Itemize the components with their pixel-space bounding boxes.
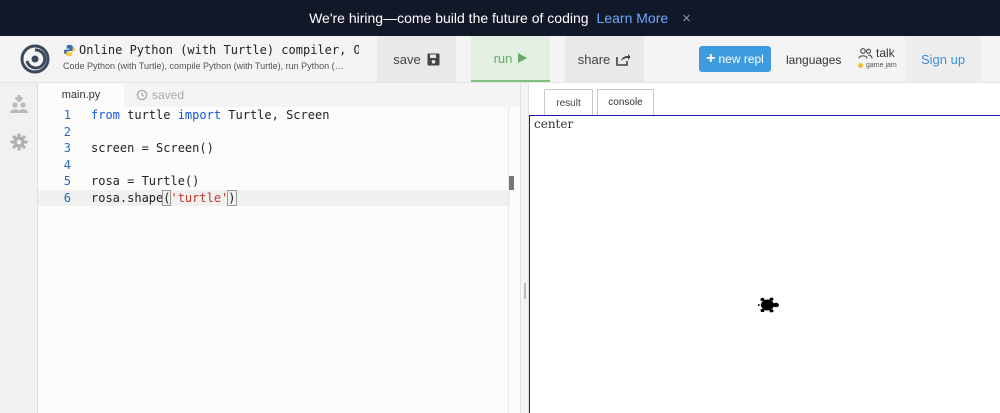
line-text: screen = Screen() xyxy=(91,141,214,155)
gear-icon[interactable] xyxy=(10,133,28,151)
repl-title-block[interactable]: Online Python (with Turtle) compiler, On… xyxy=(63,43,359,71)
talk-link[interactable]: talk game jam xyxy=(858,46,904,76)
share-button[interactable]: share xyxy=(565,36,644,82)
header: Online Python (with Turtle) compiler, On… xyxy=(0,36,1000,83)
repl-title: Online Python (with Turtle) compiler, On… xyxy=(79,43,359,57)
languages-link[interactable]: languages xyxy=(786,53,841,67)
editor-scroll-track xyxy=(508,107,509,413)
run-label: run xyxy=(493,50,513,66)
line-number: 3 xyxy=(63,141,71,155)
game-jam-label: game jam xyxy=(866,62,897,69)
run-button[interactable]: run xyxy=(471,36,550,82)
line-number: 4 xyxy=(63,157,71,172)
add-user-icon[interactable] xyxy=(10,95,28,113)
line-text xyxy=(71,124,91,141)
line-text: rosa.shape('turtle') xyxy=(91,189,237,206)
save-label: save xyxy=(393,51,421,67)
history-icon xyxy=(136,89,148,101)
line-number: 5 xyxy=(63,174,71,188)
line-number: 1 xyxy=(63,108,71,122)
line-number: 6 xyxy=(63,190,71,205)
close-icon[interactable]: × xyxy=(682,10,691,27)
code-area[interactable]: 1 from turtle import Turtle, Screen 2 3 … xyxy=(38,107,510,206)
turtle-icon xyxy=(758,297,779,313)
drag-handle-icon[interactable] xyxy=(524,283,526,299)
file-tab-main-py[interactable]: main.py xyxy=(38,83,124,107)
learn-more-link[interactable]: Learn More xyxy=(597,10,669,26)
new-repl-label: new repl xyxy=(718,52,764,66)
file-tabs: main.py saved xyxy=(38,83,520,107)
save-button[interactable]: save xyxy=(377,36,456,82)
repl-subtitle: Code Python (with Turtle), compile Pytho… xyxy=(63,61,344,71)
hiring-banner: We're hiring—come build the future of co… xyxy=(0,0,1000,36)
code-line: 1 from turtle import Turtle, Screen xyxy=(38,107,510,124)
new-repl-button[interactable]: + new repl xyxy=(699,46,771,72)
output-pane: result console center xyxy=(529,83,1000,413)
code-line-active: 6 rosa.shape('turtle') xyxy=(38,189,510,206)
left-rail xyxy=(0,83,38,413)
line-number: 2 xyxy=(63,124,71,139)
code-line: 3 screen = Screen() xyxy=(38,140,510,157)
sign-up-button[interactable]: Sign up xyxy=(905,36,981,82)
turtle-canvas[interactable]: center xyxy=(529,115,1000,413)
line-text: rosa = Turtle() xyxy=(91,174,200,188)
saved-status: saved xyxy=(136,83,184,107)
code-line: 5 rosa = Turtle() xyxy=(38,173,510,190)
code-editor[interactable]: main.py saved 1 from turtle import Turtl… xyxy=(38,83,520,413)
play-icon xyxy=(518,53,528,63)
saved-label: saved xyxy=(152,88,185,102)
tab-console[interactable]: console xyxy=(597,89,654,115)
code-line: 2 xyxy=(38,124,510,141)
canvas-label: center xyxy=(534,117,574,131)
people-icon xyxy=(858,47,873,59)
pane-splitter[interactable] xyxy=(520,83,529,413)
plus-icon: + xyxy=(706,50,716,67)
repl-logo-icon[interactable] xyxy=(20,44,50,74)
python-icon xyxy=(63,44,76,56)
editor-scrollbar[interactable] xyxy=(509,176,514,190)
tab-result[interactable]: result xyxy=(544,89,593,116)
share-label: share xyxy=(577,51,611,67)
share-icon xyxy=(616,53,631,66)
status-dot-icon xyxy=(858,63,863,68)
line-text xyxy=(71,157,91,174)
banner-message: We're hiring—come build the future of co… xyxy=(309,10,589,26)
talk-label: talk xyxy=(876,46,895,60)
floppy-disk-icon xyxy=(427,53,440,66)
line-text: from turtle import Turtle, Screen xyxy=(91,108,330,122)
code-line: 4 xyxy=(38,157,510,174)
